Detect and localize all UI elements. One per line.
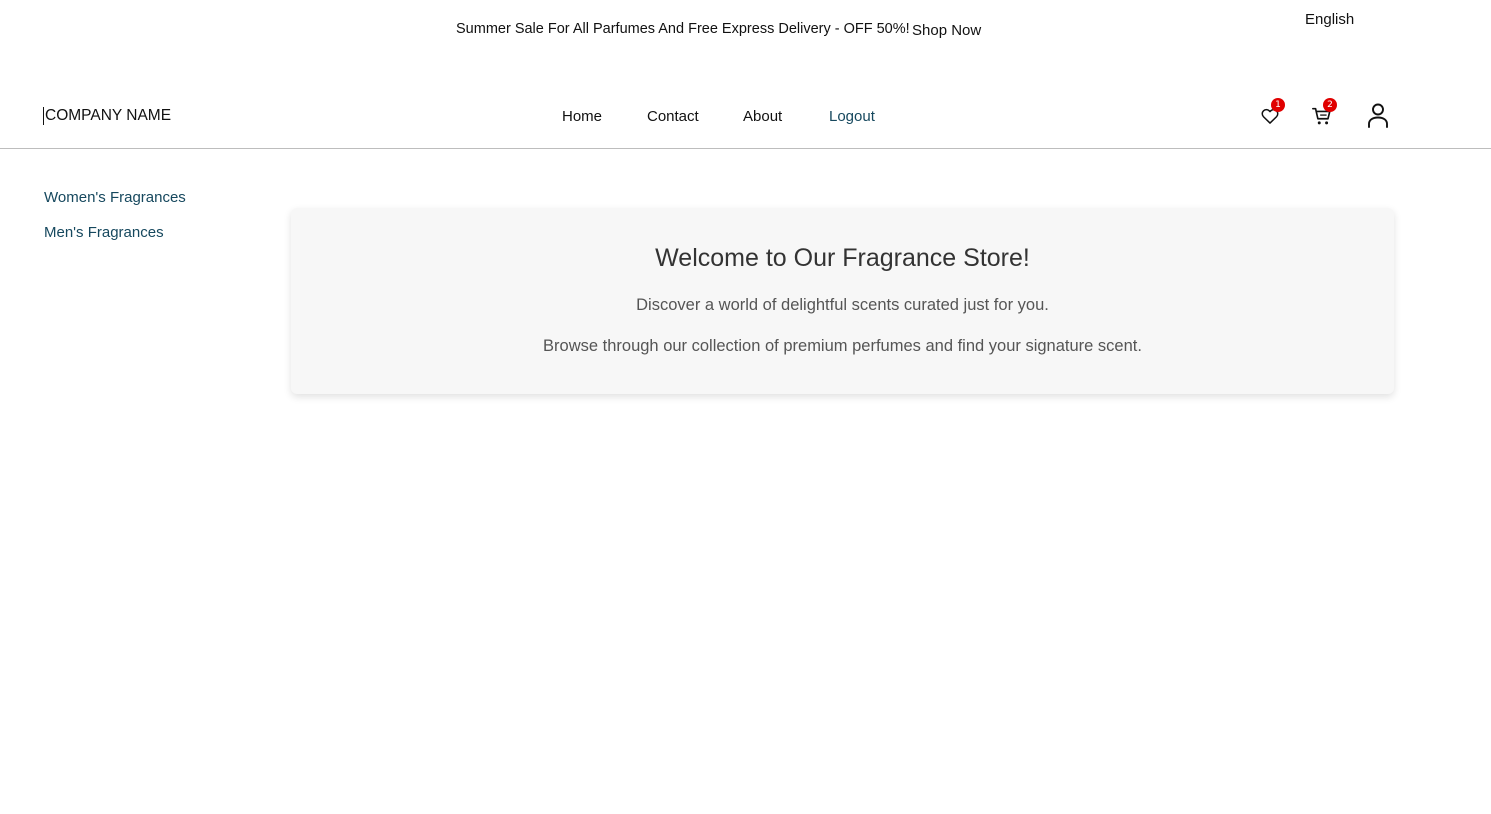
nav-about[interactable]: About <box>743 108 782 125</box>
welcome-title: Welcome to Our Fragrance Store! <box>655 244 1030 272</box>
sidebar-item-mens-fragrances[interactable]: Men's Fragrances <box>44 224 164 241</box>
wishlist-count-badge: 1 <box>1271 98 1285 112</box>
promo-text: Summer Sale For All Parfumes And Free Ex… <box>456 21 910 37</box>
account-button[interactable] <box>1366 102 1390 128</box>
language-selector[interactable]: English <box>1305 11 1354 28</box>
nav-home[interactable]: Home <box>562 108 602 125</box>
sidebar-item-womens-fragrances[interactable]: Women's Fragrances <box>44 189 186 206</box>
welcome-text-line-1: Discover a world of delightful scents cu… <box>636 296 1049 314</box>
shop-now-link[interactable]: Shop Now <box>912 22 981 39</box>
site-header: COMPANY NAME Home Contact About Logout 1… <box>0 70 1491 149</box>
cart-count-badge: 2 <box>1323 98 1337 112</box>
company-logo[interactable]: COMPANY NAME <box>43 107 171 125</box>
welcome-card: Welcome to Our Fragrance Store! Discover… <box>291 208 1394 394</box>
promo-bar: Summer Sale For All Parfumes And Free Ex… <box>0 0 1491 60</box>
cart-button[interactable]: 2 <box>1311 98 1337 126</box>
user-icon <box>1368 103 1388 128</box>
nav-contact[interactable]: Contact <box>647 108 699 125</box>
welcome-text-line-2: Browse through our collection of premium… <box>543 337 1142 355</box>
wishlist-button[interactable]: 1 <box>1260 98 1285 126</box>
nav-logout[interactable]: Logout <box>829 108 875 125</box>
